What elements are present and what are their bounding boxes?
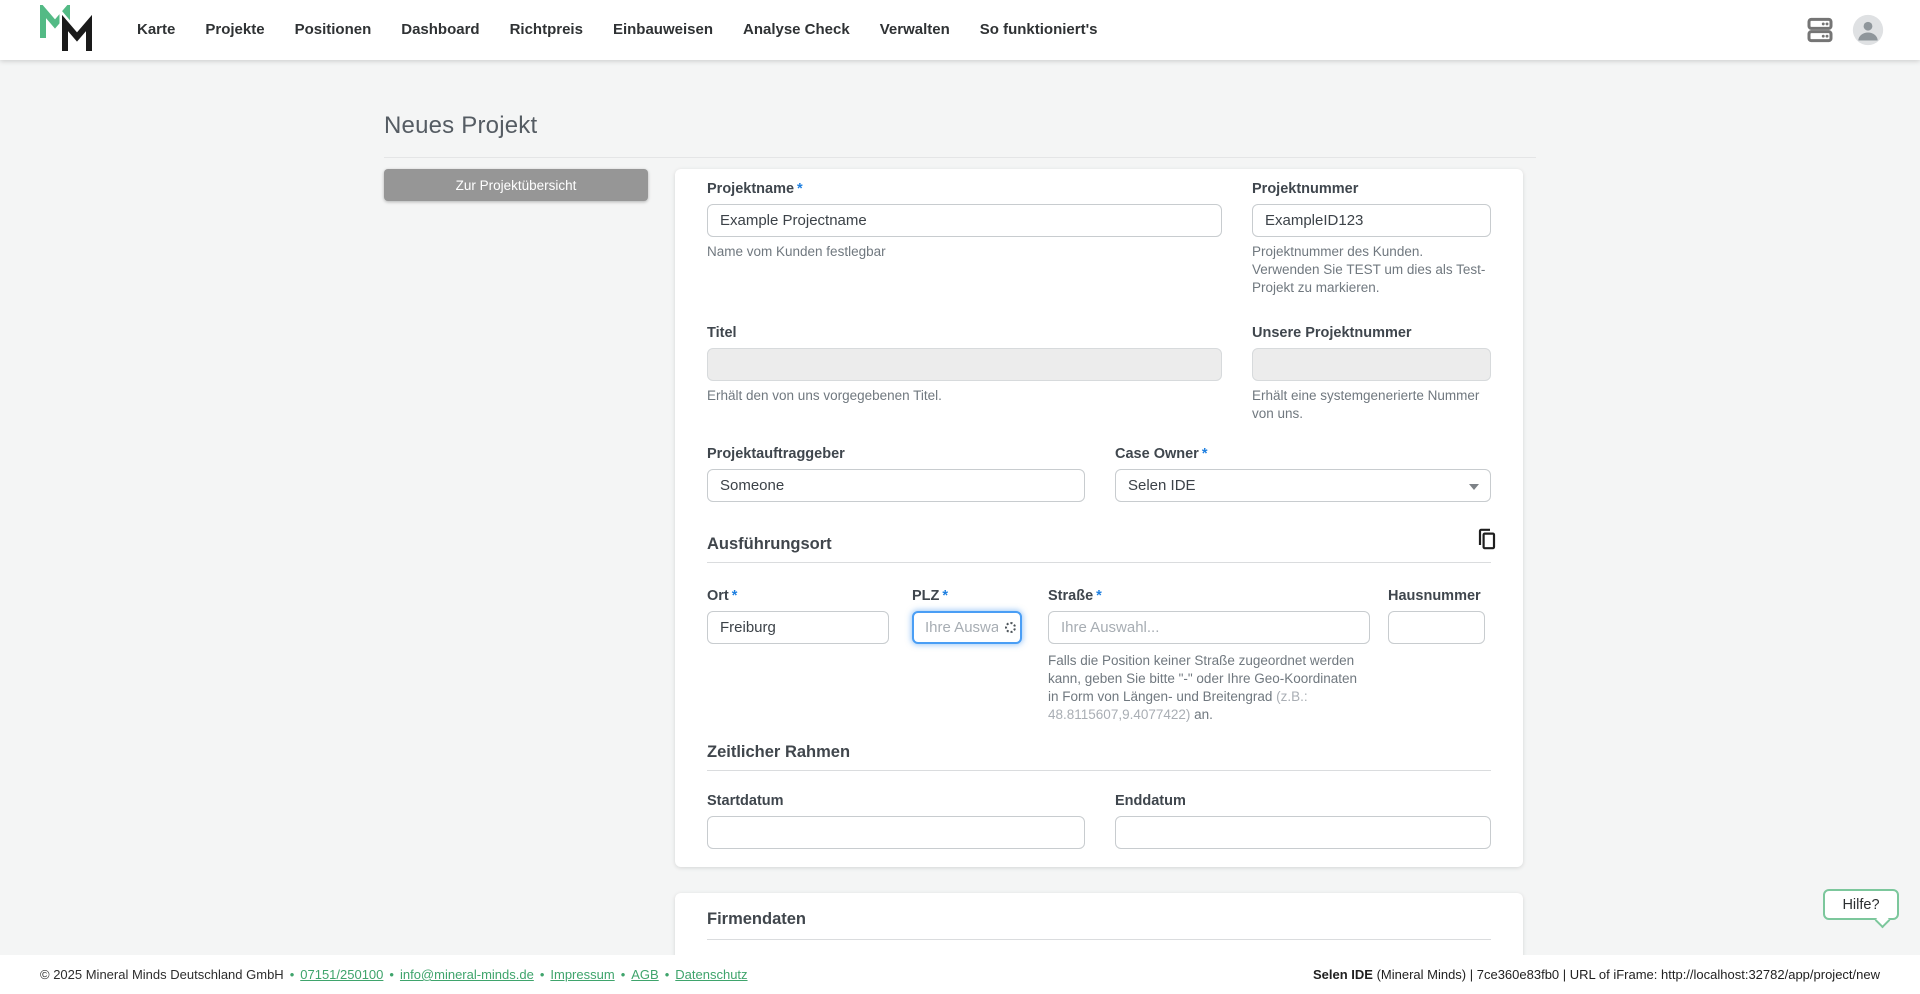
nav-item-richtpreis[interactable]: Richtpreis — [495, 0, 598, 60]
section-ausfuehrungsort: Ausführungsort — [707, 535, 832, 553]
footer-link-agb[interactable]: AGB — [631, 967, 658, 982]
nav-item-positionen[interactable]: Positionen — [280, 0, 387, 60]
field-case-owner: Case Owner * Selen IDE — [1115, 446, 1491, 502]
projektname-input[interactable] — [707, 204, 1222, 237]
session-user: Selen IDE — [1312, 967, 1373, 982]
help-button[interactable]: Hilfe? — [1823, 889, 1899, 929]
field-ort: Ort * — [707, 588, 889, 644]
footer-link-email[interactable]: info@mineral-minds.de — [400, 967, 534, 982]
footer-link-phone[interactable]: 07151/250100 — [300, 967, 383, 982]
project-form-card: Projektname* Name vom Kunden festlegbar … — [675, 169, 1523, 867]
avatar-icon — [1852, 14, 1884, 46]
projektname-label: Projektname * — [707, 181, 803, 197]
footer-separator: • — [389, 967, 394, 982]
nav-item-so-funktionierts[interactable]: So funktioniert's — [965, 0, 1113, 60]
help-bubble-tail — [1874, 912, 1891, 929]
footer: © 2025 Mineral Minds Deutschland GmbH • … — [0, 955, 1920, 994]
copy-icon[interactable] — [1474, 527, 1500, 553]
titel-helper: Erhält den von uns vorgegebenen Titel. — [707, 388, 942, 403]
field-projektname: Projektname* Name vom Kunden festlegbar — [707, 181, 1222, 261]
nav-item-analyse-check[interactable]: Analyse Check — [728, 0, 865, 60]
plz-label: PLZ * — [912, 588, 949, 604]
mineral-minds-logo[interactable] — [38, 1, 95, 55]
top-nav: Karte Projekte Positionen Dashboard Rich… — [0, 0, 1920, 60]
startdatum-input[interactable] — [707, 816, 1085, 849]
nav-right — [1804, 14, 1884, 46]
field-projektauftraggeber: Projektauftraggeber — [707, 446, 1085, 502]
case-owner-label: Case Owner * — [1115, 446, 1208, 462]
titel-label: Titel — [707, 325, 737, 341]
field-startdatum: Startdatum — [707, 793, 1085, 849]
field-plz: PLZ * — [912, 588, 1022, 644]
field-enddatum: Enddatum — [1115, 793, 1491, 849]
strasse-input[interactable] — [1048, 611, 1370, 644]
strasse-label: Straße * — [1048, 588, 1102, 604]
projektauftraggeber-input[interactable] — [707, 469, 1085, 502]
chevron-down-icon — [1469, 484, 1479, 490]
titel-input — [707, 348, 1222, 381]
required-asterisk: * — [797, 181, 803, 197]
unsere-projektnummer-input — [1252, 348, 1491, 381]
nav-item-verwalten[interactable]: Verwalten — [865, 0, 965, 60]
logo-icon — [40, 1, 95, 51]
nav-item-projekte[interactable]: Projekte — [190, 0, 279, 60]
footer-separator: • — [289, 967, 295, 982]
field-titel: Titel Erhält den von uns vorgegebenen Ti… — [707, 325, 1222, 405]
required-asterisk: * — [1096, 588, 1102, 604]
field-projektnummer: Projektnummer Projektnummer des Kunden. … — [1252, 181, 1491, 297]
ort-input[interactable] — [707, 611, 889, 644]
page-title: Neues Projekt — [384, 112, 538, 139]
projektauftraggeber-label: Projektauftraggeber — [707, 446, 845, 462]
enddatum-label: Enddatum — [1115, 793, 1186, 809]
footer-left: © 2025 Mineral Minds Deutschland GmbH • … — [40, 967, 748, 982]
strasse-helper: Falls die Position keiner Straße zugeord… — [1048, 653, 1358, 723]
projektnummer-label: Projektnummer — [1252, 181, 1359, 197]
help-button-label: Hilfe? — [1842, 896, 1880, 913]
required-asterisk: * — [1201, 446, 1208, 462]
nav-item-dashboard[interactable]: Dashboard — [386, 0, 494, 60]
back-to-project-overview-button[interactable]: Zur Projektübersicht — [384, 169, 648, 201]
loading-spinner-icon — [1005, 622, 1016, 633]
unsere-projektnummer-helper: Erhält eine systemgenerierte Nummer von … — [1252, 388, 1480, 422]
copy-icon-glyph — [1478, 528, 1496, 550]
nav-menu: Karte Projekte Positionen Dashboard Rich… — [122, 0, 1113, 60]
case-owner-select[interactable]: Selen IDE — [1115, 469, 1491, 502]
page: Karte Projekte Positionen Dashboard Rich… — [0, 0, 1920, 994]
ort-label: Ort * — [707, 588, 738, 604]
nav-item-karte[interactable]: Karte — [122, 0, 190, 60]
startdatum-label: Startdatum — [707, 793, 784, 809]
user-avatar[interactable] — [1852, 14, 1884, 46]
section-zeitlicher-rahmen: Zeitlicher Rahmen — [707, 743, 851, 761]
nav-item-einbauweisen[interactable]: Einbauweisen — [598, 0, 728, 60]
session-details: (Mineral Minds) | 7ce360e83fb0 | URL of … — [1372, 967, 1880, 982]
projektnummer-input[interactable] — [1252, 204, 1491, 237]
field-unsere-projektnummer: Unsere Projektnummer Erhält eine systemg… — [1252, 325, 1491, 423]
copyright-text: © 2025 Mineral Minds Deutschland GmbH — [40, 967, 284, 982]
required-asterisk: * — [731, 588, 738, 604]
projektname-helper: Name vom Kunden festlegbar — [707, 244, 886, 259]
section-divider — [707, 939, 1491, 940]
section-divider — [707, 562, 1491, 563]
field-hausnummer: Hausnummer — [1388, 588, 1485, 644]
hausnummer-label: Hausnummer — [1388, 588, 1481, 604]
hausnummer-input[interactable] — [1388, 611, 1485, 644]
footer-separator: • — [539, 967, 545, 982]
server-dns-icon[interactable] — [1804, 14, 1836, 46]
case-owner-selected-value: Selen IDE — [1128, 477, 1196, 494]
footer-session-info: Selen IDE (Mineral Minds) | 7ce360e83fb0… — [1313, 967, 1880, 982]
field-strasse: Straße* Falls die Position keiner Straße… — [1048, 588, 1370, 724]
projektnummer-helper: Projektnummer des Kunden. Verwenden Sie … — [1252, 244, 1486, 296]
required-asterisk: * — [942, 588, 949, 604]
title-divider — [384, 157, 1536, 158]
unsere-projektnummer-label: Unsere Projektnummer — [1252, 325, 1412, 341]
section-divider — [707, 770, 1491, 771]
footer-separator: • — [620, 967, 626, 982]
footer-link-datenschutz[interactable]: Datenschutz — [675, 967, 747, 982]
dns-icon — [1807, 17, 1833, 43]
footer-separator: • — [664, 967, 670, 982]
footer-link-impressum[interactable]: Impressum — [550, 967, 614, 982]
enddatum-input[interactable] — [1115, 816, 1491, 849]
section-firmendaten: Firmendaten — [707, 910, 807, 928]
